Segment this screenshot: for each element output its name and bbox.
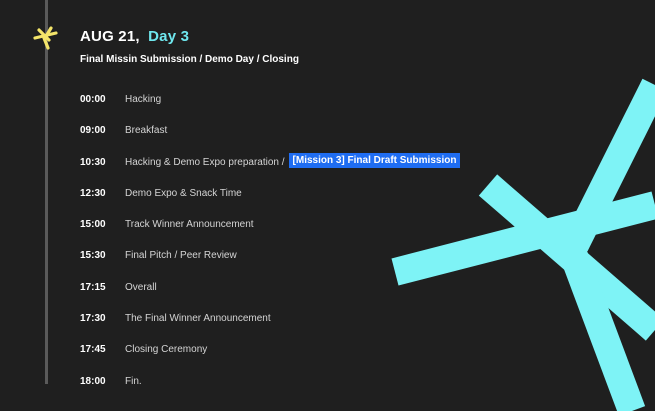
schedule-time: 12:30 <box>80 187 106 199</box>
schedule-event: Overall <box>125 281 157 293</box>
schedule-event: Demo Expo & Snack Time <box>125 187 242 199</box>
schedule-row: 17:15 Overall <box>80 281 460 312</box>
schedule-time: 17:45 <box>80 344 106 356</box>
schedule-event: Hacking & Demo Expo preparation / <box>125 156 285 168</box>
schedule-row: 09:00 Breakfast <box>80 124 460 155</box>
schedule-time: 15:30 <box>80 250 106 262</box>
asterisk-marker-icon <box>33 26 58 50</box>
schedule-time: 00:00 <box>80 94 106 105</box>
schedule-event: Breakfast <box>125 125 168 137</box>
schedule-row: 15:00 Track Winner Announcement <box>80 218 460 249</box>
timeline-line <box>45 0 48 384</box>
schedule-list: 00:00 Hacking 09:00 Breakfast 10:30 Hack… <box>80 93 461 406</box>
schedule-page: AUG 21, Day 3 Final Missin Submission / … <box>0 0 655 411</box>
schedule-row: 10:30 Hacking & Demo Expo preparation / … <box>80 152 461 187</box>
schedule-time: 09:00 <box>80 125 106 137</box>
schedule-row: 12:30 Demo Expo & Snack Time <box>80 187 460 218</box>
schedule-event: Fin. <box>125 375 142 387</box>
schedule-row: 18:00 Fin. <box>80 375 460 406</box>
day-header: AUG 21, Day 3 <box>80 28 189 45</box>
schedule-row: 17:30 The Final Winner Announcement <box>80 312 460 343</box>
header-date: AUG 21, <box>80 28 140 45</box>
schedule-event: Closing Ceremony <box>125 344 208 356</box>
schedule-time: 15:00 <box>80 219 106 231</box>
mission-submission-tag[interactable]: [Mission 3] Final Draft Submission <box>288 152 461 168</box>
header-subtitle: Final Missin Submission / Demo Day / Clo… <box>80 54 299 65</box>
schedule-row: 15:30 Final Pitch / Peer Review <box>80 249 460 280</box>
schedule-row: 17:45 Closing Ceremony <box>80 343 460 374</box>
schedule-event: Final Pitch / Peer Review <box>125 250 237 262</box>
schedule-time: 18:00 <box>80 375 106 387</box>
schedule-event: The Final Winner Announcement <box>125 313 271 325</box>
header-day: Day 3 <box>148 28 190 45</box>
schedule-event: Hacking <box>125 94 162 105</box>
schedule-time: 10:30 <box>80 156 106 168</box>
schedule-row: 00:00 Hacking <box>80 93 460 124</box>
schedule-time: 17:15 <box>80 281 106 293</box>
schedule-time: 17:30 <box>80 313 106 325</box>
schedule-event: Track Winner Announcement <box>125 219 254 231</box>
